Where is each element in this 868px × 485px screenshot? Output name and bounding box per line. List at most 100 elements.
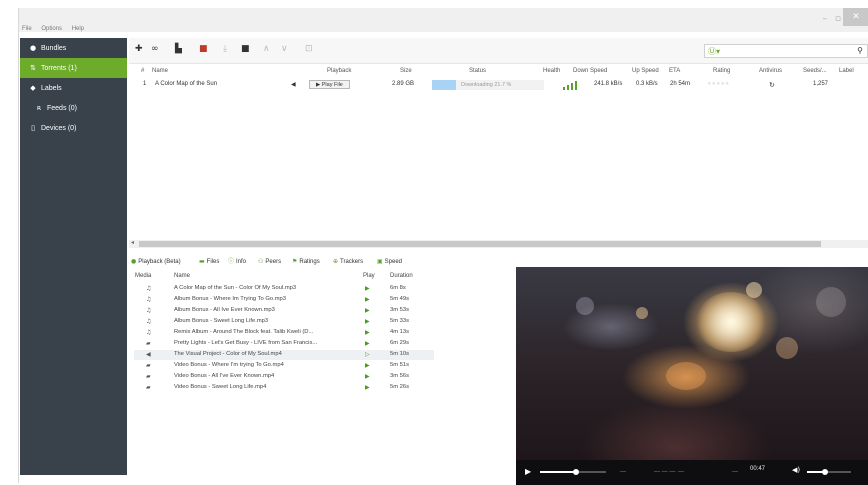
menu-bar: File Options Help <box>18 26 868 36</box>
sidebar: ● Bundles ⇅ Torrents (1) ◆ Labels ʀ Feeds (0… <box>20 38 127 475</box>
sidebar-item-label: Torrents (1) <box>41 65 77 72</box>
speaker-icon[interactable]: ◀ <box>291 81 296 88</box>
tab-ratings[interactable]: ⚑ Ratings <box>292 256 320 267</box>
scrollbar-thumb[interactable] <box>139 241 821 247</box>
col-size[interactable]: Size <box>400 68 412 74</box>
tab-trackers[interactable]: ⊕ Trackers <box>333 256 363 267</box>
move-down-icon[interactable]: ∨ <box>281 44 288 54</box>
play-icon[interactable]: ▶ <box>365 296 370 303</box>
table-row[interactable]: 1 A Color Map of the Sun ◀ ▶ Play File 2… <box>129 79 868 91</box>
col-eta[interactable]: ETA <box>669 68 680 74</box>
col-media[interactable]: Media <box>135 273 151 279</box>
sidebar-item-bundles[interactable]: ● Bundles <box>20 38 127 58</box>
media-duration: 4m 13s <box>390 329 410 335</box>
add-link-icon[interactable]: ∞ <box>151 44 159 54</box>
video-player[interactable] <box>516 267 868 485</box>
list-item[interactable]: ▰ Video Bonus - Where I'm trying To Go.mp… <box>134 361 434 371</box>
list-item[interactable]: ▰ Video Bonus - Sweet Long Life.mp4 ▶ 5m 26… <box>134 383 434 393</box>
col-media-name[interactable]: Name <box>174 273 190 279</box>
col-antivirus[interactable]: Antivirus <box>759 68 782 74</box>
add-torrent-icon[interactable]: ✚ <box>135 44 143 54</box>
create-torrent-icon[interactable]: ▙ <box>175 44 182 54</box>
search-icon[interactable]: ⚲ <box>857 46 863 55</box>
media-name: Video Bonus - Sweet Long Life.mp4 <box>174 384 267 390</box>
col-play[interactable]: Play <box>363 273 375 279</box>
play-icon[interactable]: ▶ <box>365 329 370 336</box>
move-up-icon[interactable]: ∧ <box>263 44 270 54</box>
play-icon[interactable]: ▶ <box>365 318 370 325</box>
play-icon[interactable]: ▶ <box>365 340 370 347</box>
tab-peers[interactable]: ⚇ Peers <box>258 256 281 267</box>
list-item[interactable]: ♫ A Color Map of the Sun - Color Of My So… <box>134 284 434 294</box>
unlock-icon[interactable]: ⊡ <box>305 44 313 54</box>
music-note-icon: ♫ <box>146 296 152 303</box>
col-playback[interactable]: Playback <box>327 68 351 74</box>
scroll-left-icon[interactable]: ◂ <box>131 239 134 246</box>
play-icon[interactable]: ▷ <box>365 351 370 358</box>
volume-slider[interactable] <box>807 469 851 475</box>
media-name: Video Bonus - Where I'm trying To Go.mp4 <box>174 362 284 368</box>
sidebar-item-feeds[interactable]: ʀ Feeds (0) <box>20 98 127 118</box>
seek-handle[interactable] <box>573 469 580 475</box>
volume-handle[interactable] <box>821 469 828 475</box>
antivirus-refresh-icon[interactable]: ↻ <box>769 81 775 89</box>
col-duration[interactable]: Duration <box>390 273 413 279</box>
list-item[interactable]: ▰ Pretty Lights - Let's Get Busy - LIVE f… <box>134 339 434 349</box>
list-item[interactable]: ◀ The Visual Project - Color of My Soul.m… <box>134 350 434 360</box>
play-icon[interactable]: ▶ <box>365 384 370 391</box>
list-item[interactable]: ♫ Album Bonus - Where Im Trying To Go.mp3… <box>134 295 434 305</box>
play-icon[interactable]: ▶ <box>365 362 370 369</box>
volume-icon[interactable]: ◀) <box>792 466 800 474</box>
tab-info[interactable]: ⓘ Info <box>228 256 246 267</box>
sidebar-item-devices[interactable]: ▯ Devices (0) <box>20 118 127 138</box>
seek-slider[interactable] <box>540 469 606 475</box>
rating-stars-icon[interactable]: ★★★★★ <box>707 81 729 87</box>
list-item[interactable]: ♫ Album Bonus - Sweet Long Life.mp3 ▶ 5m 33… <box>134 317 434 327</box>
tab-speed[interactable]: ▣ Speed <box>377 256 402 267</box>
status-text: Downloading 21.7 % <box>461 82 512 88</box>
list-item[interactable]: ▰ Video Bonus - All I've Ever Known.mp4 ▶ 3… <box>134 372 434 382</box>
menu-options[interactable]: Options <box>41 26 62 32</box>
tab-files[interactable]: ▬ Files <box>199 256 219 267</box>
sidebar-item-labels[interactable]: ◆ Labels <box>20 78 127 98</box>
play-icon[interactable]: ▶ <box>365 307 370 314</box>
sidebar-item-torrents[interactable]: ⇅ Torrents (1) <box>20 58 127 78</box>
menu-help[interactable]: Help <box>72 26 84 32</box>
minimize-button[interactable]: – <box>823 14 828 24</box>
rss-icon: ʀ <box>36 104 42 112</box>
media-name: A Color Map of the Sun - Color Of My Sou… <box>174 285 297 291</box>
list-item[interactable]: ♫ Album Bonus - All Ive Ever Known.mp3 ▶ 3m… <box>134 306 434 316</box>
play-icon[interactable]: ▶ <box>365 285 370 292</box>
play-icon[interactable]: ▶ <box>365 373 370 380</box>
menu-file[interactable]: File <box>22 26 32 32</box>
video-camera-icon: ▰ <box>146 373 151 380</box>
search-provider-icon[interactable]: Ⓤ▾ <box>708 46 720 57</box>
search-input[interactable]: Ⓤ▾ ⚲ <box>704 44 868 58</box>
media-duration: 6m 8s <box>390 285 406 291</box>
col-up-speed[interactable]: Up Speed <box>632 68 659 74</box>
maximize-icon[interactable]: ▫ <box>835 14 841 24</box>
health-bars-icon <box>563 81 579 90</box>
download-icon[interactable]: ⤓ <box>223 44 227 54</box>
col-status[interactable]: Status <box>469 68 486 74</box>
tab-playback[interactable]: ● Playback (Beta) <box>131 256 181 267</box>
col-health[interactable]: Health <box>543 68 560 74</box>
list-item[interactable]: ♫ Remix Album - Around The Block feat. Ta… <box>134 328 434 338</box>
separator: — <box>678 469 684 475</box>
horizontal-scrollbar[interactable]: ◂ <box>129 240 868 248</box>
play-file-button[interactable]: ▶ Play File <box>309 80 350 89</box>
col-seeds[interactable]: Seeds/... <box>803 68 827 74</box>
col-name[interactable]: Name <box>152 68 168 74</box>
col-label[interactable]: Label <box>839 68 854 74</box>
play-icon[interactable]: ▶ <box>525 467 531 476</box>
close-button[interactable]: ✕ <box>843 8 868 26</box>
music-note-icon: ♫ <box>146 318 152 325</box>
media-name: Album Bonus - Sweet Long Life.mp3 <box>174 318 269 324</box>
col-rating[interactable]: Rating <box>713 68 730 74</box>
col-num[interactable]: # <box>141 68 144 74</box>
stop-icon[interactable]: ■ <box>241 44 250 54</box>
eta: 2h 54m <box>670 81 691 87</box>
media-duration: 3m 53s <box>390 307 410 313</box>
col-down-speed[interactable]: Down Speed <box>573 68 607 74</box>
remove-icon[interactable]: ■ <box>199 44 208 54</box>
